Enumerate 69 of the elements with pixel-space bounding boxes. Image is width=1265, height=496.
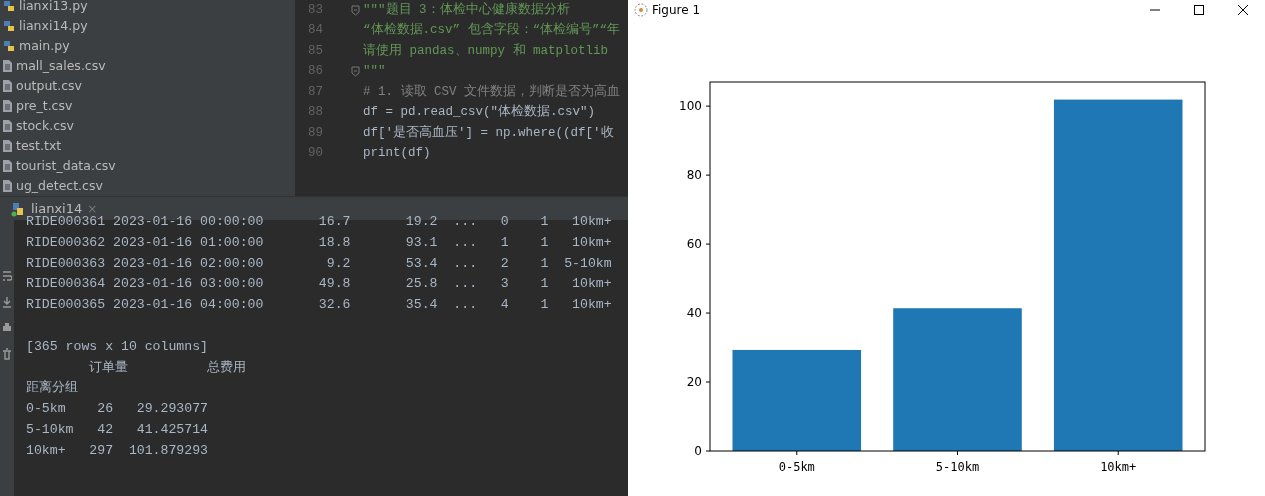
code-line: """: [363, 63, 386, 81]
code-line: """题目 3：体检中心健康数据分析: [363, 1, 570, 19]
code-line: “体检数据.csv” 包含字段：“体检编号”“年: [363, 21, 620, 40]
code-line: df['是否高血压'] = np.where((df['收: [363, 124, 614, 142]
code-line: 请使用 pandas、numpy 和 matplotlib: [363, 42, 609, 60]
fold-icon[interactable]: [351, 66, 360, 78]
console-line: 订单量 总费用: [88, 359, 247, 375]
file-name[interactable]: pre_t.csv: [16, 96, 73, 116]
figure-icon: [634, 3, 648, 17]
wrap-icon[interactable]: [2, 270, 12, 282]
y-tick: [705, 174, 711, 176]
console-line: 10km+ 297 101.879293: [26, 442, 209, 458]
fold-icon[interactable]: [351, 4, 360, 16]
file-name[interactable]: main.py: [19, 36, 70, 56]
file-name[interactable]: tourist_data.csv: [16, 156, 116, 176]
python-icon: [10, 200, 26, 217]
code-line: print(df): [363, 145, 431, 163]
line-number: 85: [307, 42, 323, 60]
line-number: 88: [307, 104, 323, 122]
file-name[interactable]: ug_detect.csv: [16, 176, 103, 196]
console-line: RIDE000362 2023-01-16 01:00:00 18.8 93.1 ... 1 1 10km+: [26, 234, 612, 250]
console-line: [365 rows x 10 columns]: [26, 338, 209, 354]
window-title: Figure 1: [652, 2, 701, 19]
x-tick: [1117, 450, 1119, 456]
tick-label: 10km+: [1100, 460, 1137, 474]
code-line: # 1. 读取 CSV 文件数据，判断是否为高血: [363, 83, 620, 101]
python-file-icon: [2, 0, 16, 13]
tick-label: 20: [686, 375, 702, 390]
close-icon: [1237, 4, 1249, 16]
file-name[interactable]: lianxi13.py: [19, 0, 88, 16]
tick-label: 0-5km: [778, 460, 815, 474]
console-line: 距离分组: [26, 380, 78, 396]
file-name[interactable]: stock.csv: [16, 116, 74, 136]
y-tick: [705, 450, 711, 452]
file-name[interactable]: lianxi14.py: [19, 16, 88, 36]
console-line: RIDE000364 2023-01-16 03:00:00 49.8 25.8 ... 3 1 10km+: [26, 276, 612, 292]
line-number: 89: [307, 124, 323, 142]
file-name[interactable]: mall_sales.csv: [16, 56, 106, 76]
python-file-icon: [2, 19, 16, 33]
console-line: RIDE000363 2023-01-16 02:00:00 9.2 53.4 ... 2 1 5-10km: [26, 255, 612, 271]
tick-label: 40: [686, 306, 702, 321]
x-tick: [796, 450, 798, 456]
trash-icon[interactable]: [2, 348, 12, 360]
file-name[interactable]: test.txt: [16, 136, 62, 156]
file-name[interactable]: output.csv: [16, 76, 82, 96]
line-number: 87: [307, 83, 323, 101]
tick-label: 60: [686, 237, 702, 252]
maximize-icon: [1193, 4, 1205, 16]
line-number: 84: [307, 22, 323, 40]
print-icon[interactable]: [2, 322, 12, 334]
console-line: RIDE000361 2023-01-16 00:00:00 16.7 19.2 ... 0 1 10km+: [26, 214, 612, 229]
line-number: 86: [307, 63, 323, 81]
y-tick: [705, 105, 711, 107]
y-tick: [705, 243, 711, 245]
tick-label: 80: [686, 168, 702, 183]
y-tick: [705, 381, 711, 383]
download-icon[interactable]: [2, 296, 12, 308]
line-number: 90: [307, 145, 323, 163]
tick-label: 5-10km: [935, 460, 980, 474]
console-line: RIDE000365 2023-01-16 04:00:00 32.6 35.4 ... 4 1 10km+: [26, 297, 612, 313]
tick-label: 100: [679, 99, 702, 114]
x-tick: [957, 450, 958, 456]
y-tick: [705, 312, 711, 314]
line-number: 83: [307, 1, 323, 19]
tick-label: 0: [694, 444, 702, 458]
python-file-icon: [2, 39, 16, 53]
console-line: 5-10km 42 41.425714: [26, 421, 209, 437]
code-line: df = pd.read_csv("体检数据.csv"): [363, 103, 596, 122]
console-line: 0-5km 26 29.293077: [26, 401, 209, 417]
